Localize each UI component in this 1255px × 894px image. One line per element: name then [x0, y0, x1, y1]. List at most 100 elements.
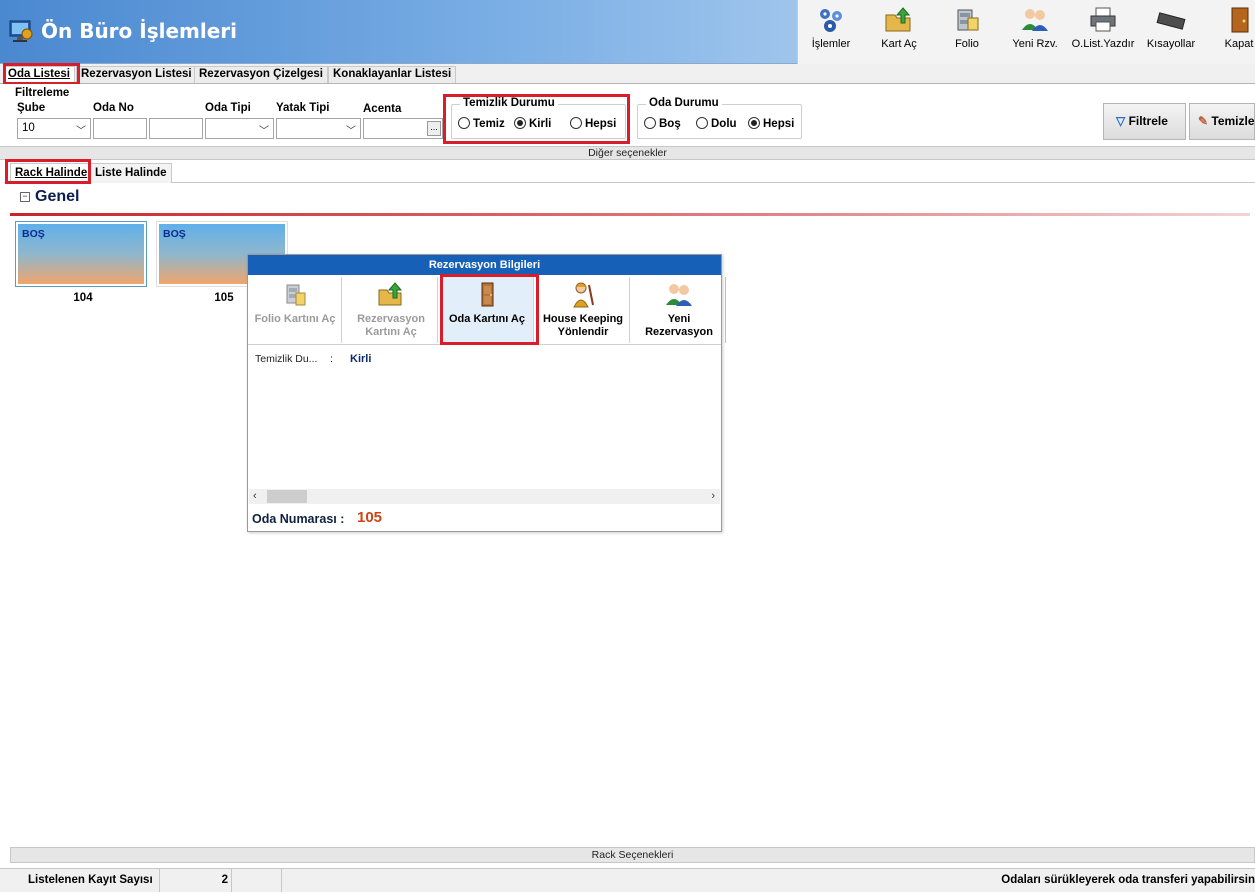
tab-rezervasyon-listesi[interactable]: Rezervasyon Listesi [76, 66, 197, 83]
islemler-button[interactable]: İşlemler [798, 4, 864, 60]
horizontal-scrollbar[interactable]: ‹ › [249, 489, 720, 504]
yeni-rezervasyon-label: Yeni Rezervasyon [645, 313, 713, 338]
folder-open-icon [377, 281, 405, 309]
oda-durumu-group: Oda Durumu Boş Dolu Hepsi [637, 97, 802, 139]
temizlik-kirli-radio[interactable]: Kirli [514, 117, 551, 130]
folio-label: Folio [955, 38, 979, 50]
yatak-tipi-label: Yatak Tipi [276, 102, 330, 114]
folder-open-icon [884, 6, 914, 34]
rezervasyon-karti-ac-label: Rezervasyon Kartını Aç [357, 313, 425, 338]
temizlik-temiz-label: Temiz [473, 118, 505, 130]
kapat-label: Kapat [1224, 38, 1254, 50]
tab-rack-halinde[interactable]: Rack Halinde [10, 163, 93, 183]
gears-network-icon [816, 6, 846, 34]
info-field-label: Temizlik Du... [255, 353, 318, 365]
temizlik-durumu-group: Temizlik Durumu Temiz Kirli Hepsi [451, 97, 626, 139]
sube-select[interactable]: 10 ﹀ [17, 118, 91, 139]
olist-yazdir-button[interactable]: O.List.Yazdır [1070, 4, 1136, 60]
filter-funnel-icon: ▽ [1116, 114, 1129, 128]
room-status-gradient: BOŞ [18, 224, 144, 284]
tab-oda-listesi[interactable]: Oda Listesi [3, 66, 75, 83]
room-number: 104 [73, 292, 93, 304]
oda-no-from-input[interactable] [93, 118, 147, 139]
room-tile-104[interactable]: BOŞ [15, 221, 147, 287]
filter-section-title: Filtreleme [15, 87, 70, 99]
scroll-thumb[interactable] [267, 490, 307, 503]
view-tabs: Rack Halinde Liste Halinde [4, 161, 1255, 183]
kayit-sayisi-value: 2 [160, 869, 232, 892]
oda-bos-label: Boş [659, 118, 681, 130]
temizlik-kirli-label: Kirli [529, 118, 552, 130]
rezervasyon-karti-ac-button[interactable]: Rezervasyon Kartını Aç [345, 277, 438, 343]
tab-liste-halinde[interactable]: Liste Halinde [90, 163, 172, 183]
radio-on-icon [514, 117, 526, 129]
info-field-value: Kirli [350, 353, 372, 365]
users-add-icon [665, 281, 693, 309]
diger-secenekler-bar[interactable]: Diğer seçenekler [0, 146, 1255, 160]
yatak-tipi-select[interactable]: ﹀ [276, 118, 361, 139]
oda-hepsi-radio[interactable]: Hepsi [748, 117, 794, 130]
main-tabs: Oda Listesi Rezervasyon Listesi Rezervas… [0, 64, 1255, 84]
oda-tipi-label: Oda Tipi [205, 102, 251, 114]
temizle-label: Temizle [1211, 114, 1255, 128]
oda-dolu-radio[interactable]: Dolu [696, 117, 737, 130]
printer-icon [1088, 6, 1118, 34]
status-spacer [232, 869, 282, 892]
chevron-down-icon: ﹀ [76, 126, 86, 137]
users-add-icon [1020, 6, 1050, 34]
temizlik-hepsi-radio[interactable]: Hepsi [570, 117, 616, 130]
radio-off-icon [570, 117, 582, 129]
rack-secenekleri-bar[interactable]: Rack Seçenekleri [10, 847, 1255, 863]
kisayollar-label: Kısayollar [1146, 38, 1196, 50]
radio-off-icon [696, 117, 708, 129]
temizlik-temiz-radio[interactable]: Temiz [458, 117, 505, 130]
eraser-icon: ✎ [1198, 114, 1212, 128]
oda-numarasi-value: 105 [357, 509, 383, 526]
house-keeping-yonlendir-button[interactable]: House Keeping Yönlendir [537, 277, 630, 343]
filter-area: Filtreleme Şube 10 ﹀ Oda No Oda Tipi ﹀ Y… [0, 84, 1255, 146]
folio-karti-ac-button[interactable]: Folio Kartını Aç [249, 277, 342, 343]
olist-yazdir-label: O.List.Yazdır [1071, 38, 1135, 50]
sube-label: Şube [17, 102, 46, 114]
folio-cabinet-icon [952, 6, 982, 34]
house-keeping-yonlendir-label: House Keeping Yönlendir [542, 313, 624, 338]
kisayollar-button[interactable]: Kısayollar [1138, 4, 1204, 60]
acenta-input[interactable]: ... [363, 118, 443, 139]
chevron-down-icon: ﹀ [346, 126, 356, 137]
temizle-button[interactable]: ✎ Temizle [1189, 103, 1255, 140]
transfer-hint: Odaları sürükleyerek oda transferi yapab… [1001, 874, 1255, 886]
collapse-toggle-icon[interactable]: − [20, 192, 30, 202]
yeni-rzv-button[interactable]: Yeni Rzv. [1002, 4, 1068, 60]
oda-bos-radio[interactable]: Boş [644, 117, 681, 130]
acenta-label: Acenta [363, 103, 402, 115]
kapat-button[interactable]: Kapat [1206, 4, 1255, 60]
tab-konaklayanlar-listesi[interactable]: Konaklayanlar Listesi [328, 66, 457, 83]
acenta-browse-button[interactable]: ... [427, 121, 441, 136]
app-title: Ön Büro İşlemleri [41, 19, 237, 43]
popup-title: Rezervasyon Bilgileri [248, 255, 721, 275]
oda-durumu-title: Oda Durumu [646, 97, 722, 109]
kayit-sayisi-label: Listelenen Kayıt Sayısı [0, 869, 160, 892]
oda-no-label: Oda No [93, 102, 134, 114]
temizlik-durumu-title: Temizlik Durumu [460, 97, 558, 109]
yeni-rezervasyon-button[interactable]: Yeni Rezervasyon [633, 277, 726, 343]
filtrele-button[interactable]: ▽ Filtrele [1103, 103, 1186, 140]
tab-rezervasyon-cizelgesi[interactable]: Rezervasyon Çizelgesi [194, 66, 329, 83]
radio-on-icon [748, 117, 760, 129]
scroll-left-icon[interactable]: ‹ [253, 489, 257, 504]
folio-button[interactable]: Folio [934, 4, 1000, 60]
room-status: BOŞ [163, 228, 186, 240]
main-toolbar: İşlemler Kart Aç Folio Yeni Rzv. O.List.… [797, 0, 1255, 64]
oda-tipi-select[interactable]: ﹀ [205, 118, 274, 139]
oda-karti-ac-button[interactable]: Oda Kartını Aç [441, 277, 534, 343]
scroll-right-icon[interactable]: › [711, 489, 715, 504]
title-bar: Ön Büro İşlemleri İşlemler Kart Aç Folio… [0, 0, 1255, 64]
yeni-rzv-label: Yeni Rzv. [1012, 38, 1058, 50]
rezervasyon-bilgileri-popup: Rezervasyon Bilgileri Folio Kartını Aç R… [247, 254, 726, 532]
oda-karti-ac-label: Oda Kartını Aç [449, 313, 525, 325]
oda-numarasi-label: Oda Numarası : [252, 512, 345, 526]
kart-ac-label: Kart Aç [881, 38, 917, 50]
kart-ac-button[interactable]: Kart Aç [866, 4, 932, 60]
popup-divider [248, 344, 721, 345]
oda-no-to-input[interactable] [149, 118, 203, 139]
